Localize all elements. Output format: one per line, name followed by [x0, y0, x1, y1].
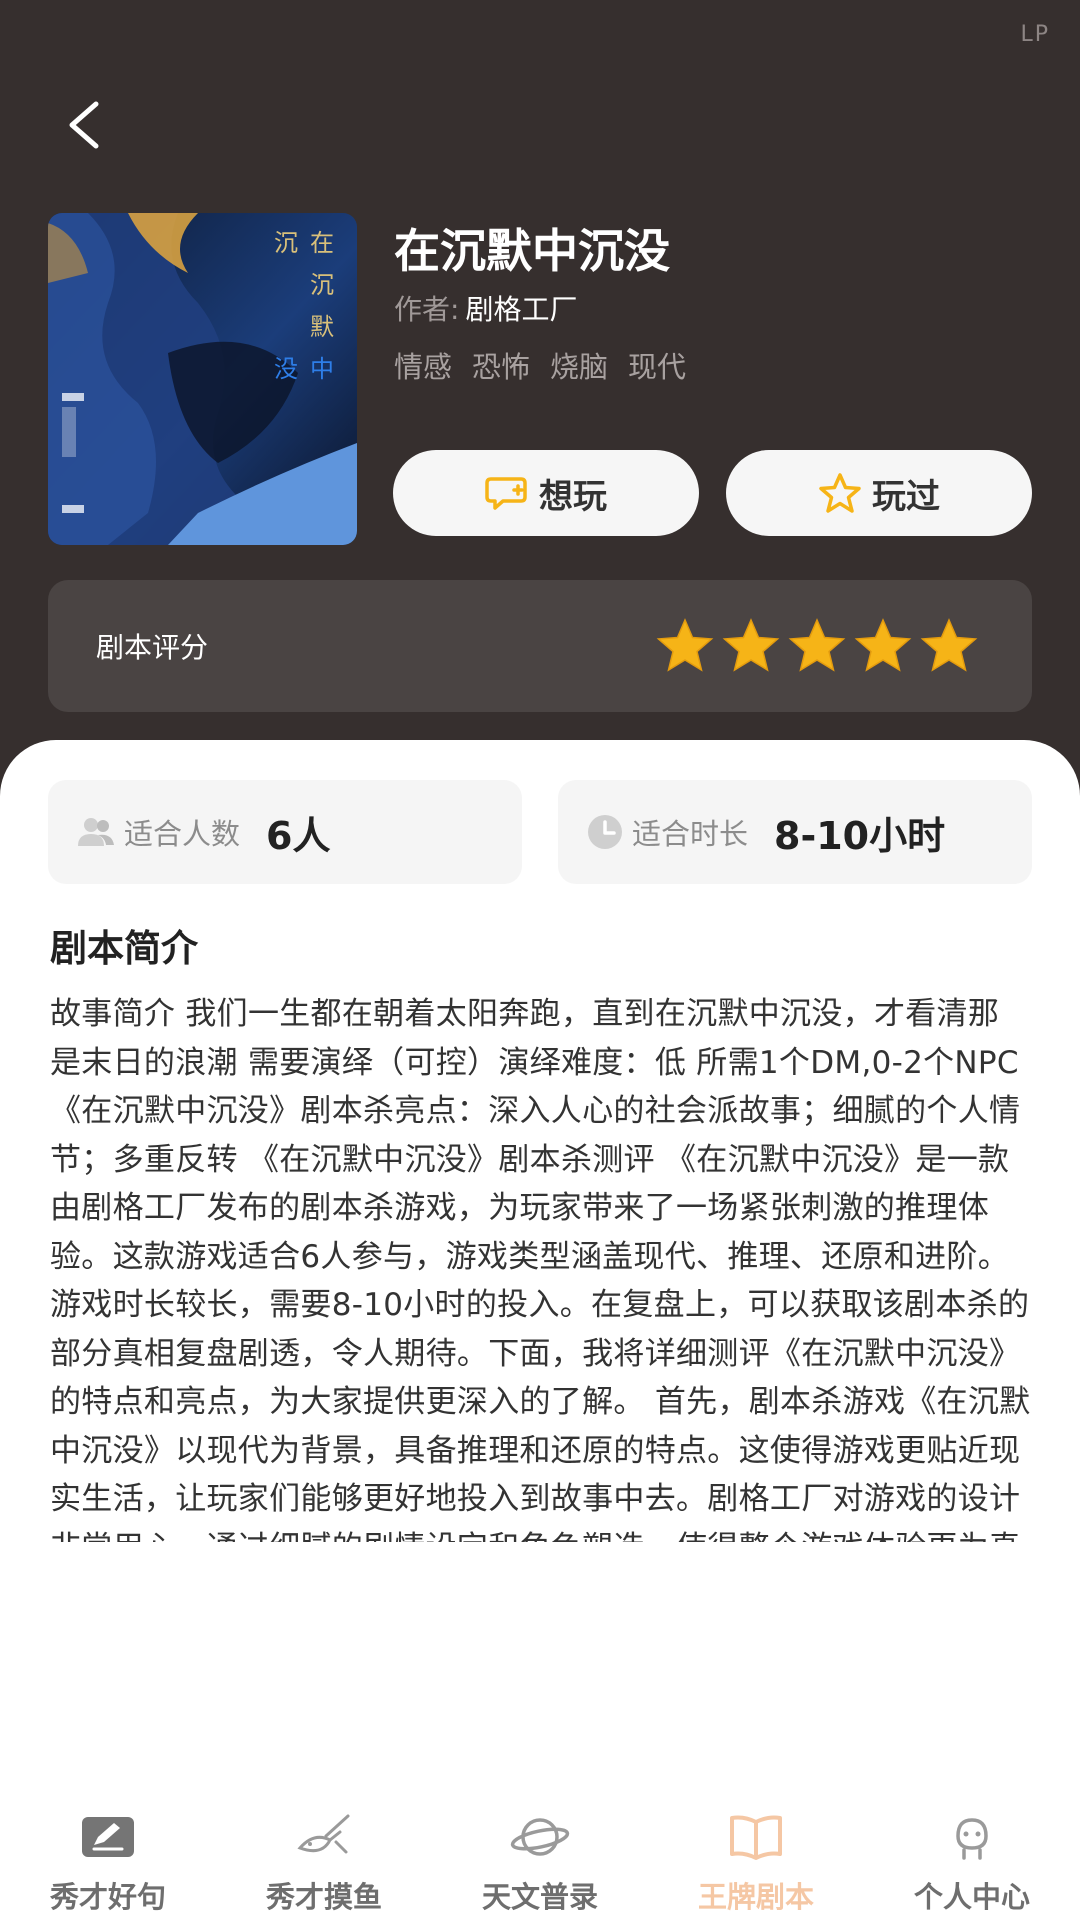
- tag: 现代: [628, 350, 687, 384]
- tab-personal-center[interactable]: 个人中心: [864, 1802, 1080, 1920]
- svg-text:沉: 沉: [310, 271, 334, 299]
- star-icon: [788, 618, 846, 672]
- chevron-left-icon: [69, 101, 99, 149]
- note-icon: [82, 1817, 134, 1857]
- tab-label: 个人中心: [913, 1880, 1030, 1914]
- author-line: 作者: 剧格工厂: [394, 288, 577, 328]
- tab-xiucai-moyu[interactable]: 秀才摸鱼: [216, 1802, 432, 1920]
- status-corner-text: LP: [1020, 22, 1050, 47]
- detail-sheet: 适合人数 6人 适合时长 8-10小时 剧本简介 故事简介 我们一生都在朝着太阳…: [0, 740, 1080, 1920]
- tab-label: 秀才摸鱼: [265, 1880, 382, 1914]
- rating-label: 剧本评分: [96, 631, 209, 664]
- author-name: 剧格工厂: [465, 293, 578, 326]
- rating-stars: [656, 618, 978, 674]
- tab-xiucai-haoju[interactable]: 秀才好句: [0, 1802, 216, 1920]
- tab-label: 天文普录: [481, 1880, 598, 1914]
- back-button[interactable]: [62, 100, 110, 150]
- svg-text:中: 中: [310, 355, 334, 383]
- svg-text:沉: 沉: [274, 229, 298, 257]
- tag: 恐怖: [472, 350, 531, 384]
- tab-label: 王牌剧本: [697, 1880, 814, 1914]
- players-card: 适合人数 6人: [48, 780, 522, 884]
- tag: 烧脑: [550, 350, 609, 384]
- tag-list: 情感 恐怖 烧脑 现代: [394, 344, 686, 386]
- svg-text:没: 没: [274, 355, 298, 383]
- tab-wangpai-juben[interactable]: 王牌剧本: [648, 1802, 864, 1920]
- clock-icon: [588, 815, 622, 849]
- fish-icon: [297, 1814, 350, 1854]
- person-icon: [956, 1818, 988, 1860]
- script-title: 在沉默中沉没: [394, 224, 670, 278]
- duration-label: 适合时长: [632, 817, 749, 851]
- played-label: 玩过: [872, 476, 940, 517]
- star-icon: [854, 618, 912, 672]
- intro-title: 剧本简介: [50, 927, 198, 970]
- want-to-play-button[interactable]: 想玩: [393, 450, 699, 536]
- bottom-tab-bar: 秀才好句 秀才摸鱼 天文普录 王牌剧本 个人中心: [0, 1802, 1080, 1920]
- svg-text:默: 默: [310, 313, 334, 341]
- duration-card: 适合时长 8-10小时: [558, 780, 1032, 884]
- star-icon: [920, 618, 978, 672]
- author-label: 作者:: [394, 293, 460, 326]
- people-icon: [78, 818, 114, 846]
- star-icon: [656, 618, 714, 672]
- tab-label: 秀才好句: [49, 1880, 166, 1914]
- rating-card: 剧本评分: [48, 580, 1032, 712]
- want-to-play-label: 想玩: [539, 476, 607, 517]
- players-label: 适合人数: [124, 817, 241, 851]
- svg-text:在: 在: [310, 229, 334, 257]
- book-icon: [730, 1815, 782, 1860]
- script-cover-image: 沉 在 沉 默 没 中: [48, 213, 357, 545]
- star-outline-icon: [819, 473, 861, 513]
- intro-text: 故事简介 我们一生都在朝着太阳奔跑，直到在沉默中沉没，才看清那 是末日的浪潮 需…: [50, 996, 1031, 1542]
- played-button[interactable]: 玩过: [726, 450, 1032, 536]
- star-icon: [722, 618, 780, 672]
- duration-value: 8-10小时: [774, 813, 946, 858]
- planet-icon: [510, 1818, 570, 1856]
- tag: 情感: [394, 350, 453, 384]
- players-value: 6人: [266, 813, 331, 858]
- chat-heart-icon: [485, 477, 527, 510]
- tab-tianwen-pulu[interactable]: 天文普录: [432, 1802, 648, 1920]
